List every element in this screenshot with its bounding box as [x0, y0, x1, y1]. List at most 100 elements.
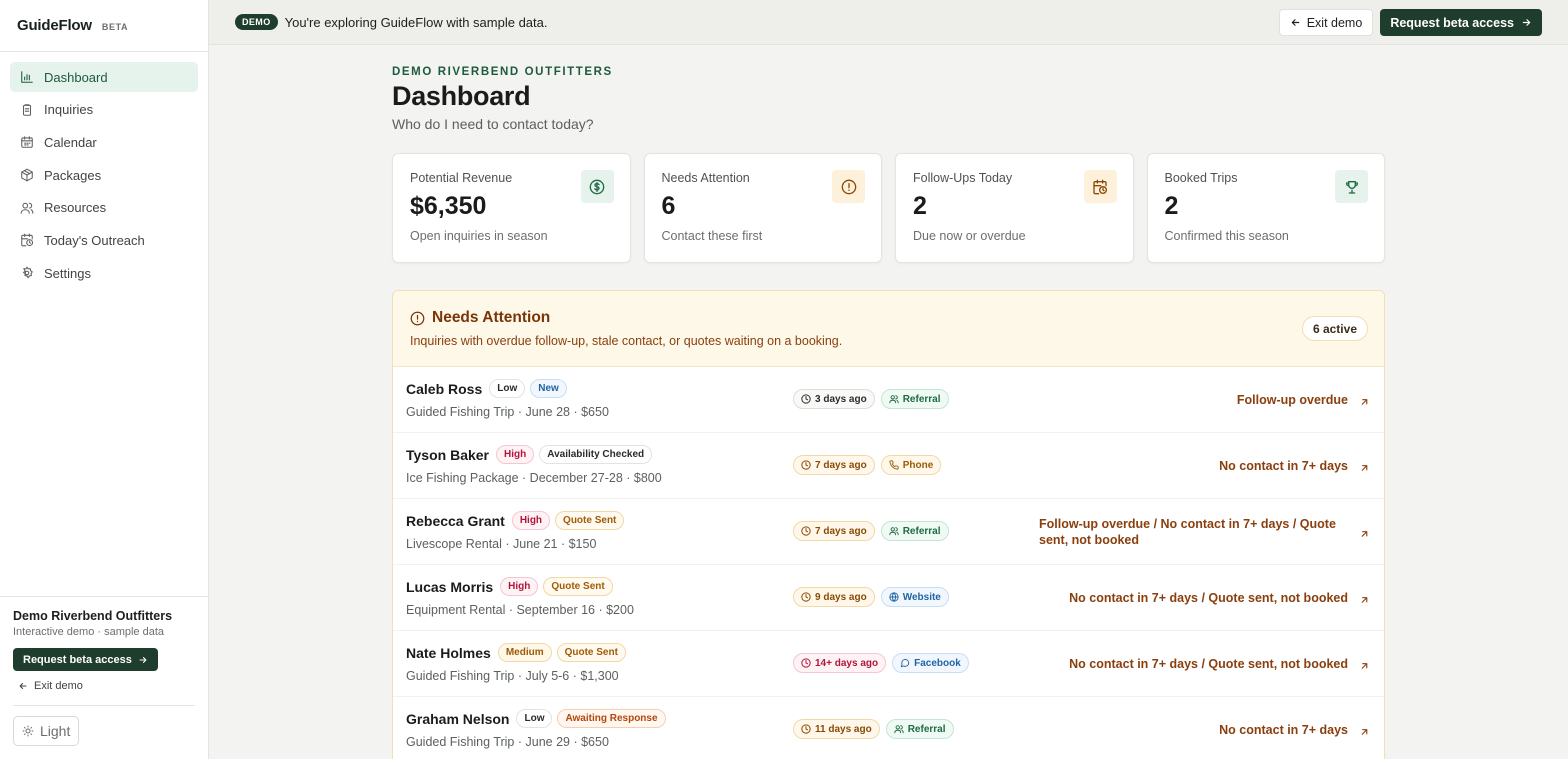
page-title: Dashboard — [392, 81, 531, 111]
stat-icon-tile — [1335, 170, 1368, 203]
open-inquiry-link[interactable] — [1359, 526, 1370, 537]
attention-reason: No contact in 7+ days / Quote sent, not … — [1069, 590, 1348, 605]
inquiry-meta: 14+ days ago Facebook — [793, 653, 969, 673]
needs-attention-title: Needs Attention — [432, 309, 551, 326]
globe-icon — [889, 592, 899, 602]
inquiry-row[interactable]: Graham Nelson Low Awaiting Response Guided … — [393, 697, 1384, 759]
inquiry-meta: 3 days ago Referral — [793, 389, 949, 409]
arrow-left-icon — [1291, 19, 1299, 26]
open-inquiry-link[interactable] — [1359, 724, 1370, 735]
sidebar-request-beta-button[interactable]: Request beta access — [13, 648, 158, 671]
status-badge: New — [530, 379, 567, 398]
sun-icon — [22, 725, 34, 737]
status-badge: Availability Checked — [539, 445, 653, 464]
customer-name[interactable]: Graham Nelson — [406, 711, 509, 727]
inquiry-details: Livescope Rental · June 21 · $150 — [406, 537, 597, 551]
arrow-right-icon — [139, 656, 147, 663]
needs-attention-header: Needs Attention Inquiries with overdue f… — [393, 291, 1384, 367]
request-beta-button[interactable]: Request beta access — [1380, 9, 1542, 36]
priority-badge: Low — [516, 709, 553, 728]
stat-caption: Confirmed this season — [1164, 229, 1289, 243]
customer-name[interactable]: Rebecca Grant — [406, 513, 505, 529]
sidebar-exit-demo-link[interactable]: Exit demo — [13, 680, 195, 692]
sidebar-item-inquiries[interactable]: Inquiries — [10, 95, 198, 125]
alert-circle-icon — [841, 179, 856, 194]
inquiry-header: Rebecca Grant High Quote Sent — [406, 511, 625, 530]
status-badge: Quote Sent — [555, 511, 625, 530]
sidebar-item-label: Settings — [44, 265, 91, 281]
priority-badge: Medium — [497, 643, 552, 662]
theme-toggle-label: Light — [40, 723, 71, 739]
stat-caption: Open inquiries in season — [410, 229, 548, 243]
calendar-icon — [21, 136, 33, 149]
inquiry-row[interactable]: Rebecca Grant High Quote Sent Livescope Ren… — [393, 499, 1384, 565]
inquiry-meta: 7 days ago Referral — [793, 521, 949, 541]
attention-reason: No contact in 7+ days — [1219, 458, 1348, 473]
demo-banner: DEMO You're exploring GuideFlow with sam… — [209, 0, 1568, 45]
clock-icon — [801, 592, 811, 602]
users-icon — [889, 395, 899, 404]
sidebar-item-label: Dashboard — [44, 69, 108, 85]
clipboard-icon — [22, 103, 32, 116]
customer-name[interactable]: Lucas Morris — [406, 579, 493, 595]
theme-toggle-button[interactable]: Light — [13, 716, 80, 746]
inquiry-meta: 9 days ago Website — [793, 587, 949, 607]
last-contact-label: 7 days ago — [815, 525, 867, 537]
users-icon — [894, 725, 904, 734]
inquiry-header: Nate Holmes Medium Quote Sent — [406, 643, 626, 662]
sidebar-item-label: Inquiries — [44, 102, 94, 118]
inquiry-row[interactable]: Tyson Baker High Availability Checked Ice F… — [393, 433, 1384, 499]
sidebar-item-calendar[interactable]: Calendar — [10, 127, 198, 157]
page-subtitle: Who do I need to contact today? — [392, 116, 594, 132]
sidebar-item-resources[interactable]: Resources — [10, 193, 198, 223]
arrow-up-right-icon — [1361, 596, 1368, 603]
inquiry-row[interactable]: Caleb Ross Low New Guided Fishing Trip · Ju… — [393, 367, 1384, 433]
brand-name[interactable]: GuideFlow — [17, 17, 92, 34]
exit-demo-label: Exit demo — [1306, 15, 1363, 30]
last-contact-chip: 7 days ago — [793, 455, 875, 475]
active-count-badge: 6 active — [1301, 316, 1368, 341]
open-inquiry-link[interactable] — [1359, 394, 1370, 405]
clock-icon — [801, 394, 811, 404]
priority-badge: High — [496, 445, 535, 464]
inquiry-meta: 7 days ago Phone — [793, 455, 942, 475]
source-label: Website — [902, 591, 941, 603]
arrow-up-right-icon — [1361, 530, 1368, 537]
exit-demo-button[interactable]: Exit demo — [1278, 9, 1374, 36]
attention-reason: Follow-up overdue — [1236, 392, 1348, 407]
arrow-right-icon — [1522, 19, 1531, 26]
last-contact-label: 3 days ago — [815, 393, 867, 405]
sidebar-item-label: Today's Outreach — [44, 232, 145, 248]
inquiry-row[interactable]: Nate Holmes Medium Quote Sent Guided Fishin… — [393, 631, 1384, 697]
phone-icon — [889, 460, 899, 470]
inquiry-details: Guided Fishing Trip · June 28 · $650 — [406, 405, 609, 419]
open-inquiry-link[interactable] — [1359, 658, 1370, 669]
attention-reason: No contact in 7+ days — [1219, 722, 1348, 737]
customer-name[interactable]: Nate Holmes — [406, 645, 491, 661]
sidebar-item-today-s-outreach[interactable]: Today's Outreach — [10, 225, 198, 255]
sidebar-item-dashboard[interactable]: Dashboard — [10, 62, 198, 92]
stat-cards: Potential Revenue $6,350 Open inquiries in… — [392, 153, 1385, 263]
message-icon — [900, 659, 910, 668]
sidebar: GuideFlow BETA Dashboard Inquiries Calenda… — [0, 0, 209, 759]
status-badge: Awaiting Response — [557, 709, 666, 728]
sidebar-item-packages[interactable]: Packages — [10, 160, 198, 190]
priority-badge: Low — [489, 379, 526, 398]
customer-name[interactable]: Tyson Baker — [406, 447, 489, 463]
divider — [13, 705, 195, 706]
inquiry-row[interactable]: Lucas Morris High Quote Sent Equipment Rent… — [393, 565, 1384, 631]
needs-attention-panel: Needs Attention Inquiries with overdue f… — [392, 290, 1385, 759]
stat-card: Follow-Ups Today 2 Due now or overdue — [895, 153, 1134, 263]
stat-caption: Contact these first — [661, 229, 763, 243]
demo-pill: DEMO — [235, 14, 278, 30]
open-inquiry-link[interactable] — [1359, 460, 1370, 471]
status-badge: Quote Sent — [556, 643, 626, 662]
last-contact-label: 7 days ago — [815, 459, 867, 471]
sidebar-item-settings[interactable]: Settings — [10, 258, 198, 288]
stat-icon-tile — [1083, 170, 1117, 203]
customer-name[interactable]: Caleb Ross — [406, 381, 482, 397]
inquiry-details: Equipment Rental · September 16 · $200 — [406, 603, 634, 617]
open-inquiry-link[interactable] — [1359, 592, 1370, 603]
last-contact-chip: 11 days ago — [793, 719, 880, 739]
sidebar-item-label: Calendar — [44, 134, 97, 150]
